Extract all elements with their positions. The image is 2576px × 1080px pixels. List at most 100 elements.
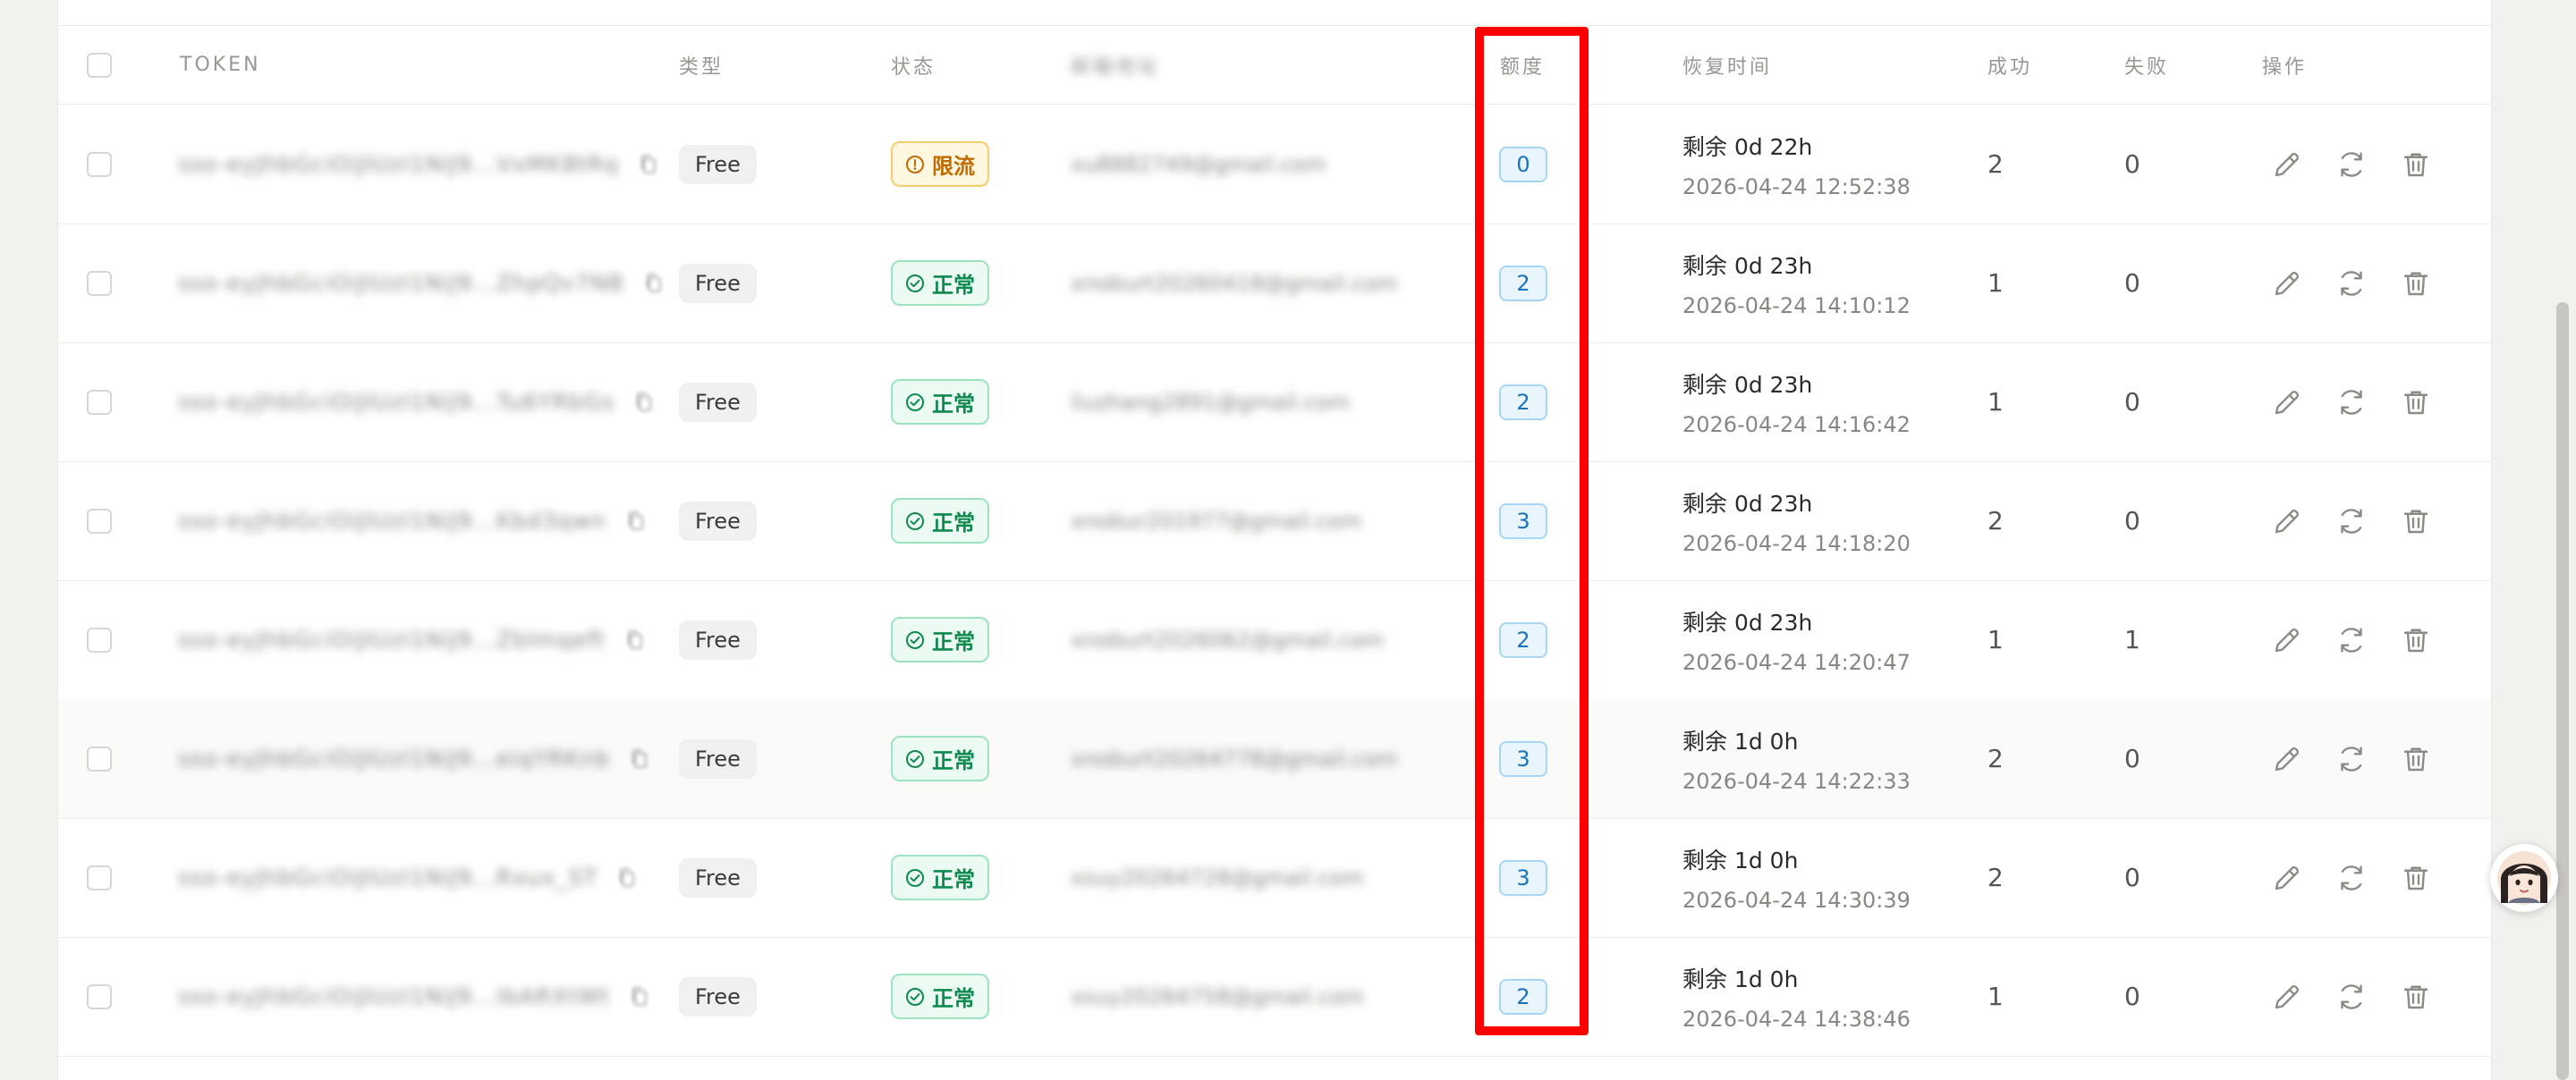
copy-icon[interactable]: [639, 154, 658, 175]
refresh-button[interactable]: [2335, 505, 2400, 537]
token-value: sso-eyJhbGciOiJIUzI1NiJ9...IbARXtWt: [178, 983, 611, 1009]
refresh-button[interactable]: [2335, 981, 2400, 1013]
column-header-status[interactable]: 状态: [891, 26, 936, 104]
refresh-button[interactable]: [2335, 386, 2400, 418]
delete-button[interactable]: [2400, 386, 2464, 418]
column-header-recover-time[interactable]: 恢复时间: [1682, 26, 1772, 104]
status-badge: 正常: [891, 498, 989, 544]
select-all-checkbox[interactable]: [87, 52, 112, 78]
delete-button[interactable]: [2400, 981, 2464, 1013]
row-select-cell: [87, 461, 112, 580]
token-value: sso-eyJhbGciOiJIUzI1NiJ9...Kbd3qwn: [178, 508, 607, 534]
quota-badge: 2: [1499, 265, 1547, 301]
row-checkbox[interactable]: [87, 746, 112, 772]
row-checkbox[interactable]: [87, 508, 112, 534]
column-header-fail[interactable]: 失败: [2124, 26, 2169, 104]
edit-button[interactable]: [2271, 267, 2335, 300]
quota-badge: 2: [1499, 384, 1547, 420]
refresh-icon: [2341, 983, 2362, 1009]
refresh-button[interactable]: [2335, 743, 2400, 775]
refresh-button[interactable]: [2335, 624, 2400, 656]
column-header-quota[interactable]: 额度: [1500, 26, 1545, 104]
token-cell: sso-eyJhbGciOiJIUzI1NiJ9...VxMK8tRq: [178, 105, 658, 224]
recover-timestamp: 2026-04-24 14:22:33: [1682, 768, 1911, 794]
row-checkbox[interactable]: [87, 389, 112, 415]
quota-badge: 2: [1499, 978, 1547, 1015]
delete-button[interactable]: [2400, 743, 2464, 775]
trash-icon: [2403, 747, 2428, 771]
copy-icon[interactable]: [630, 748, 649, 770]
column-header-token[interactable]: TOKEN: [180, 26, 261, 104]
refresh-icon: [2341, 746, 2362, 772]
refresh-icon: [2341, 508, 2362, 534]
delete-button[interactable]: [2400, 148, 2464, 181]
check-circle-icon: [906, 749, 924, 768]
delete-button[interactable]: [2400, 505, 2464, 537]
edit-button[interactable]: [2271, 386, 2335, 418]
recover-timestamp: 2026-04-24 12:52:38: [1682, 173, 1911, 199]
recover-cell: 剩余 0d 23h 2026-04-24 14:16:42: [1682, 342, 1911, 461]
token-cell: sso-eyJhbGciOiJIUzI1NiJ9...IbARXtWt: [178, 937, 649, 1056]
pencil-icon: [2275, 390, 2299, 414]
table-header: TOKEN 类型 状态 邮箱地址 额度 恢复时间 成功 失败 操作: [58, 26, 2491, 105]
refresh-button[interactable]: [2335, 148, 2400, 181]
row-checkbox[interactable]: [87, 270, 112, 296]
edit-button[interactable]: [2271, 148, 2335, 181]
recover-cell: 剩余 0d 22h 2026-04-24 12:52:38: [1682, 105, 1911, 224]
status-cell: 正常: [891, 937, 989, 1056]
type-badge: Free: [679, 263, 757, 303]
delete-button[interactable]: [2400, 267, 2464, 300]
copy-icon[interactable]: [625, 629, 645, 651]
trash-icon: [2403, 391, 2428, 414]
pencil-icon: [2275, 984, 2299, 1008]
copy-icon[interactable]: [626, 510, 646, 532]
table-top-edge: [58, 0, 2491, 26]
refresh-icon: [2341, 627, 2362, 653]
copy-icon[interactable]: [630, 986, 649, 1008]
status-badge: 正常: [891, 974, 989, 1019]
row-checkbox[interactable]: [87, 983, 112, 1009]
type-cell: Free: [679, 937, 757, 1056]
delete-button[interactable]: [2400, 624, 2464, 656]
row-select-cell: [87, 342, 112, 461]
type-badge: Free: [679, 144, 757, 184]
status-label: 正常: [932, 510, 975, 536]
copy-icon[interactable]: [634, 392, 654, 413]
recover-cell: 剩余 1d 0h 2026-04-24 14:22:33: [1682, 699, 1911, 818]
row-checkbox[interactable]: [87, 151, 112, 177]
copy-icon[interactable]: [644, 273, 664, 294]
column-header-type[interactable]: 类型: [679, 26, 724, 104]
refresh-button[interactable]: [2335, 862, 2400, 894]
email-value: xnobur201977@gmail.com: [1071, 508, 1362, 534]
success-count: 2: [1987, 744, 2004, 773]
edit-button[interactable]: [2271, 862, 2335, 894]
column-header-success[interactable]: 成功: [1987, 26, 2032, 104]
token-value: sso-eyJhbGciOiJIUzI1NiJ9...Rxux_ST: [178, 865, 598, 890]
status-cell: 正常: [891, 699, 989, 818]
edit-button[interactable]: [2271, 743, 2335, 775]
success-count: 1: [1987, 625, 2004, 654]
assistant-avatar[interactable]: [2490, 844, 2558, 912]
fail-count: 0: [2124, 863, 2140, 892]
remaining-time: 剩余 1d 0h: [1682, 847, 1799, 873]
delete-button[interactable]: [2400, 862, 2464, 894]
type-cell: Free: [679, 699, 757, 818]
row-select-cell: [87, 818, 112, 937]
edit-button[interactable]: [2271, 981, 2335, 1013]
fail-count: 1: [2124, 625, 2140, 654]
pencil-icon: [2275, 628, 2299, 652]
refresh-button[interactable]: [2335, 267, 2400, 300]
status-badge: 正常: [891, 855, 989, 900]
copy-icon[interactable]: [617, 867, 637, 889]
refresh-icon: [2341, 865, 2362, 890]
edit-button[interactable]: [2271, 624, 2335, 656]
row-checkbox[interactable]: [87, 627, 112, 653]
recover-cell: 剩余 1d 0h 2026-04-24 14:30:39: [1682, 818, 1911, 937]
remaining-time: 剩余 0d 23h: [1682, 252, 1813, 279]
status-badge: 限流: [891, 141, 989, 187]
row-checkbox[interactable]: [87, 865, 112, 890]
column-header-email[interactable]: 邮箱地址: [1071, 26, 1160, 104]
refresh-icon: [2341, 270, 2362, 296]
scrollbar-thumb[interactable]: [2556, 302, 2569, 1080]
edit-button[interactable]: [2271, 505, 2335, 537]
